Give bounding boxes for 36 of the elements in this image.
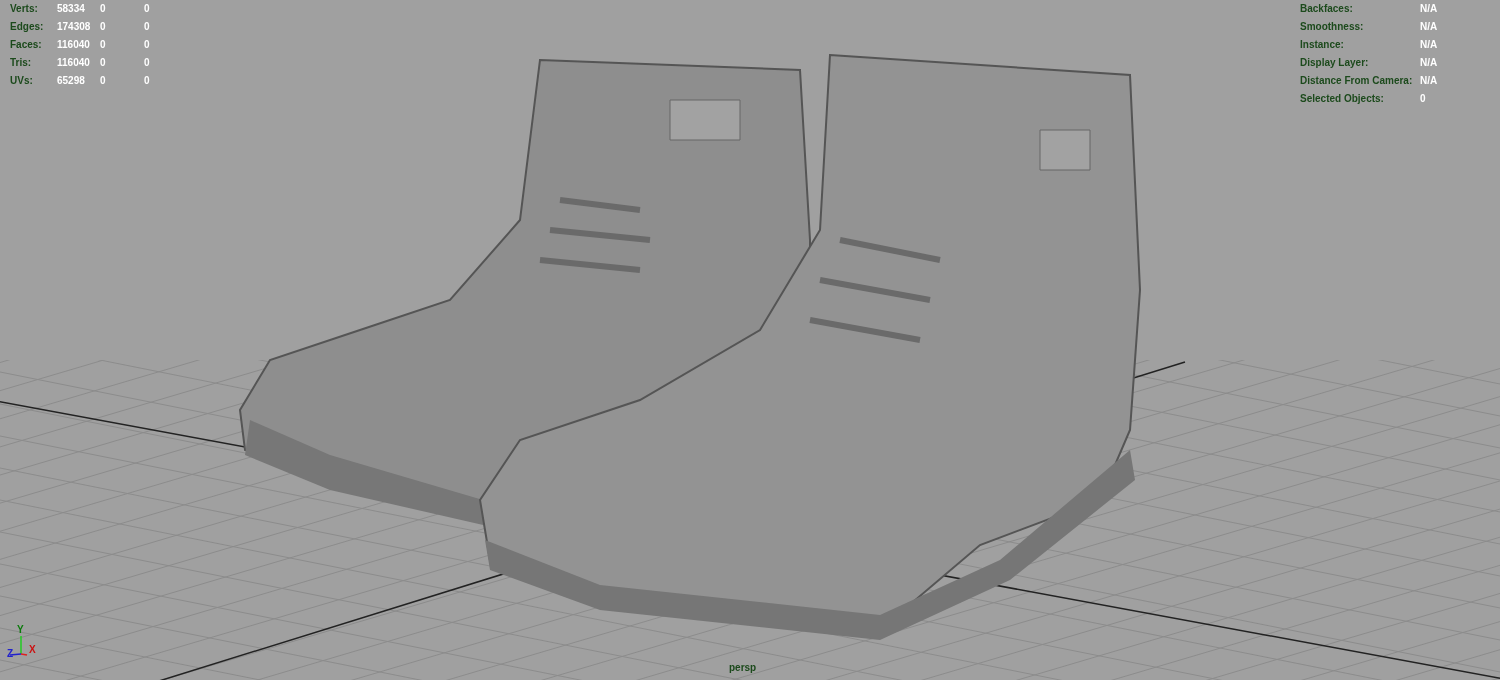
stat-value: 0 [144, 74, 151, 88]
stat-value: 116040 [57, 38, 91, 52]
detail-label: Display Layer: [1300, 56, 1370, 70]
stat-value: 0 [144, 2, 151, 16]
detail-label: Selected Objects: [1300, 92, 1385, 106]
detail-label: Smoothness: [1300, 20, 1365, 34]
detail-value: 0 [1420, 92, 1426, 106]
stat-value: 65298 [57, 74, 86, 88]
stat-label: Verts: [10, 2, 39, 16]
stat-value: 0 [100, 56, 107, 70]
axis-label: Z [7, 647, 14, 661]
stat-value: 0 [144, 56, 151, 70]
detail-value: N/A [1420, 20, 1438, 34]
stat-value: 116040 [57, 56, 91, 70]
detail-value: N/A [1420, 38, 1438, 52]
stat-label: Edges: [10, 20, 45, 34]
detail-value: N/A [1420, 2, 1438, 16]
detail-label: Backfaces: [1300, 2, 1354, 16]
stat-value: 0 [100, 20, 107, 34]
stat-label: UVs: [10, 74, 34, 88]
camera-name: persp [729, 661, 757, 675]
stat-label: Faces: [10, 38, 43, 52]
stat-value: 174308 [57, 20, 92, 34]
axis-label: Y [17, 623, 24, 637]
stat-value: 0 [144, 20, 151, 34]
axis-label: X [29, 643, 36, 657]
detail-value: N/A [1420, 56, 1438, 70]
stat-value: 0 [100, 74, 107, 88]
stat-value: 58334 [57, 2, 86, 16]
stat-value: 0 [100, 2, 107, 16]
stat-label: Tris: [10, 56, 33, 70]
detail-label: Distance From Camera: [1300, 74, 1414, 88]
detail-value: N/A [1420, 74, 1438, 88]
detail-label: Instance: [1300, 38, 1345, 52]
stat-value: 0 [144, 38, 151, 52]
stat-value: 0 [100, 38, 107, 52]
